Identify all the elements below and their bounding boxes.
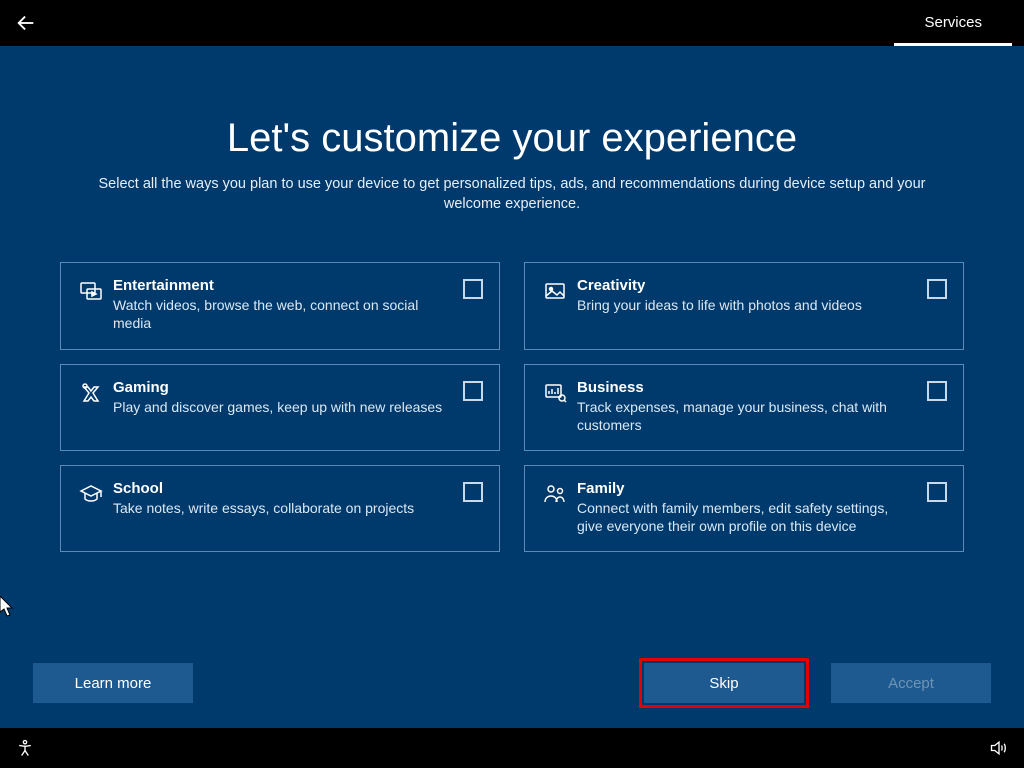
card-desc: Play and discover games, keep up with ne…: [113, 398, 453, 416]
card-desc: Watch videos, browse the web, connect on…: [113, 296, 453, 332]
checkbox-gaming[interactable]: [463, 381, 483, 401]
card-entertainment[interactable]: Entertainment Watch videos, browse the w…: [60, 262, 500, 349]
card-body: Business Track expenses, manage your bus…: [569, 379, 927, 434]
main-content: Let's customize your experience Select a…: [0, 46, 1024, 728]
checkbox-entertainment[interactable]: [463, 279, 483, 299]
footer-buttons: Learn more Skip Accept: [33, 658, 991, 708]
tab-services-label: Services: [924, 14, 982, 31]
checkbox-creativity[interactable]: [927, 279, 947, 299]
checkbox-business[interactable]: [927, 381, 947, 401]
card-desc: Track expenses, manage your business, ch…: [577, 398, 917, 434]
tab-services[interactable]: Services: [894, 0, 1012, 46]
volume-icon[interactable]: [988, 737, 1010, 759]
page-subtitle: Select all the ways you plan to use your…: [72, 175, 952, 214]
school-icon: [77, 482, 105, 506]
card-body: Gaming Play and discover games, keep up …: [105, 379, 463, 416]
family-icon: [541, 482, 569, 506]
card-family[interactable]: Family Connect with family members, edit…: [524, 465, 964, 552]
card-desc: Take notes, write essays, collaborate on…: [113, 499, 453, 517]
card-body: Entertainment Watch videos, browse the w…: [105, 277, 463, 332]
business-icon: [541, 381, 569, 405]
entertainment-icon: [77, 279, 105, 303]
card-heading: Entertainment: [113, 277, 453, 294]
card-body: School Take notes, write essays, collabo…: [105, 480, 463, 517]
gaming-icon: [77, 381, 105, 405]
card-desc: Connect with family members, edit safety…: [577, 499, 917, 535]
card-school[interactable]: School Take notes, write essays, collabo…: [60, 465, 500, 552]
card-heading: Business: [577, 379, 917, 396]
card-heading: Family: [577, 480, 917, 497]
back-button[interactable]: [12, 9, 40, 37]
page-title: Let's customize your experience: [227, 116, 797, 161]
top-bar: Services: [0, 0, 1024, 46]
card-desc: Bring your ideas to life with photos and…: [577, 296, 917, 314]
card-gaming[interactable]: Gaming Play and discover games, keep up …: [60, 364, 500, 451]
skip-highlight-box: Skip: [639, 658, 809, 708]
card-creativity[interactable]: Creativity Bring your ideas to life with…: [524, 262, 964, 349]
card-heading: School: [113, 480, 453, 497]
creativity-icon: [541, 279, 569, 303]
card-heading: Gaming: [113, 379, 453, 396]
card-heading: Creativity: [577, 277, 917, 294]
skip-button[interactable]: Skip: [644, 663, 804, 703]
card-body: Family Connect with family members, edit…: [569, 480, 927, 535]
learn-more-button[interactable]: Learn more: [33, 663, 193, 703]
accessibility-icon[interactable]: [14, 737, 36, 759]
options-grid: Entertainment Watch videos, browse the w…: [60, 262, 964, 552]
checkbox-family[interactable]: [927, 482, 947, 502]
checkbox-school[interactable]: [463, 482, 483, 502]
card-body: Creativity Bring your ideas to life with…: [569, 277, 927, 314]
card-business[interactable]: Business Track expenses, manage your bus…: [524, 364, 964, 451]
accept-button[interactable]: Accept: [831, 663, 991, 703]
bottom-bar: [0, 728, 1024, 768]
right-button-group: Skip Accept: [639, 658, 991, 708]
